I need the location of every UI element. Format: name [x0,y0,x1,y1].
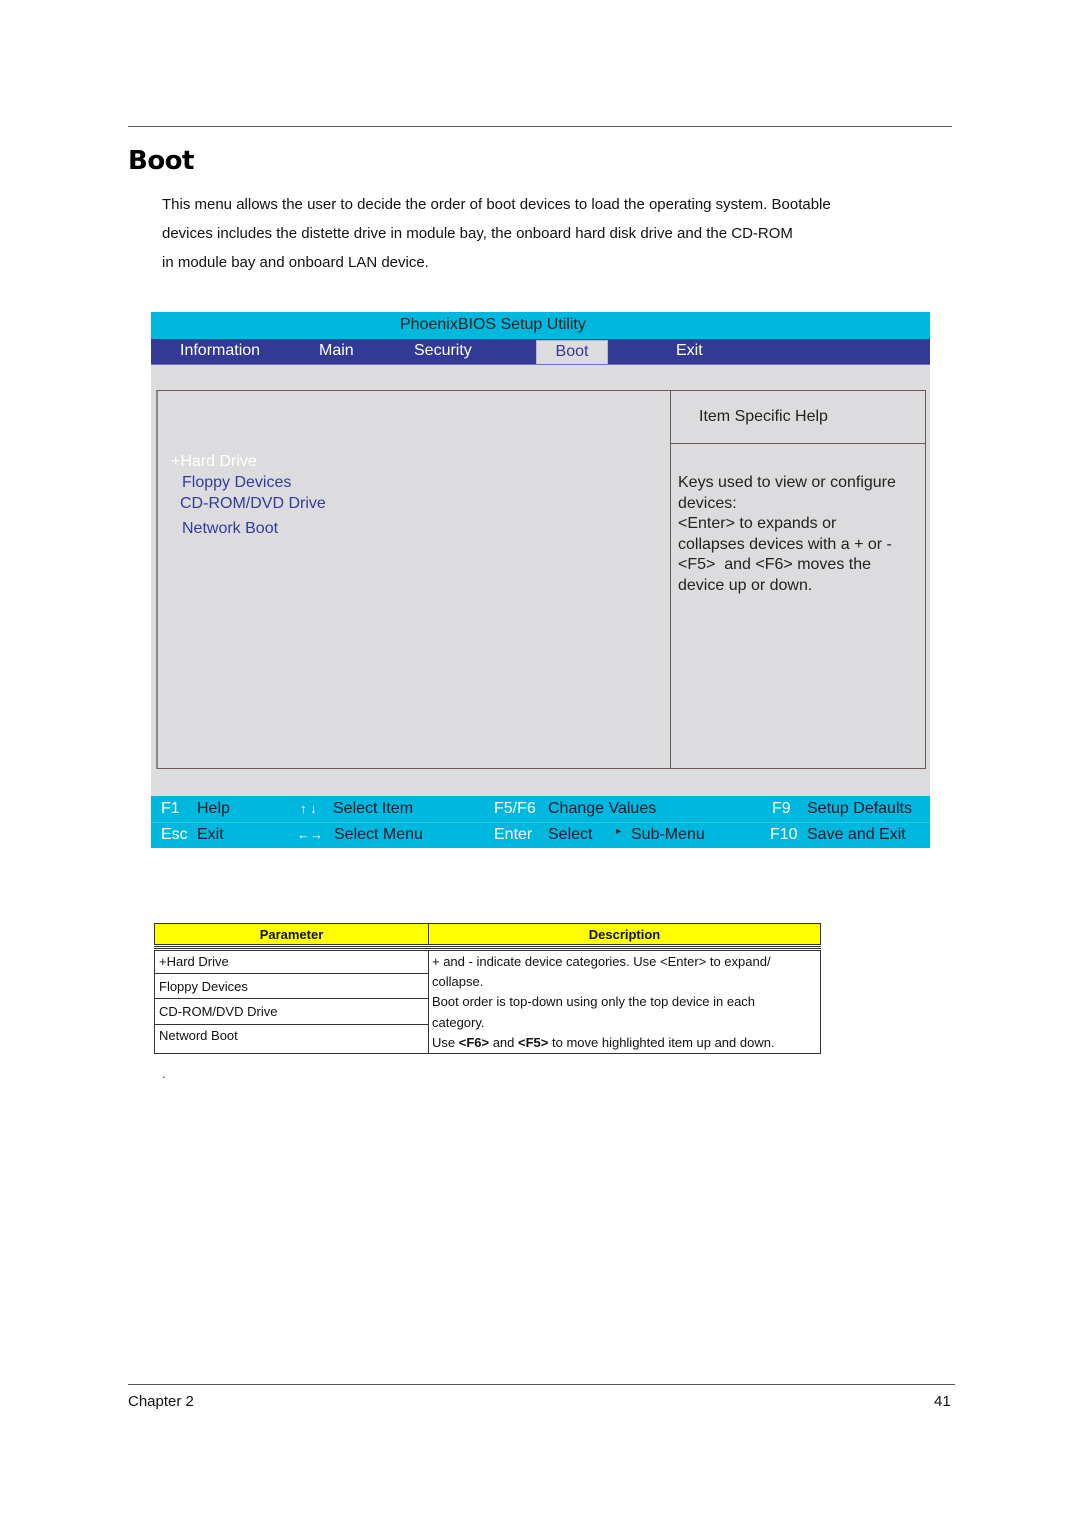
key-lr-desc: Select Menu [334,826,423,843]
bios-menu-bar: Information Main Security Boot Exit [151,339,930,365]
help-line: <Enter> to expands or [678,515,837,533]
desc-prefix: Use [432,1035,459,1050]
stray-period: . [162,1066,166,1081]
submenu-desc: Sub-Menu [631,826,705,843]
help-line: Keys used to view or configure [678,474,896,491]
bios-screenshot: PhoenixBIOS Setup Utility Information Ma… [151,312,930,848]
key-f5-bold: <F5> [518,1035,549,1050]
key-f9: F9 [772,800,791,817]
boot-item-cdrom-dvd-drive[interactable]: CD-ROM/DVD Drive [180,495,326,513]
tab-exit[interactable]: Exit [676,342,703,360]
key-arrows-desc: Select Item [333,800,414,817]
key-esc: Esc [161,826,188,843]
section-title: Boot [128,146,194,176]
help-line: devices: [678,494,737,512]
boot-item-floppy-devices[interactable]: Floppy Devices [182,474,291,492]
boot-item-network-boot[interactable]: Network Boot [182,520,278,538]
key-esc-desc: Exit [197,826,224,843]
intro-line: This menu allows the user to decide the … [162,196,831,213]
intro-line: devices includes the distette drive in m… [162,225,793,242]
help-line: <F5> and <F6> moves the [678,556,872,574]
description-line: Use <F6> and <F5> to move highlighted it… [432,1033,820,1053]
param-cell: Floppy Devices [154,973,429,999]
key-f9-desc: Setup Defaults [807,800,912,817]
bottom-rule [128,1384,955,1385]
footer-page-number: 41 [934,1393,951,1410]
panel-divider [670,391,671,768]
up-down-arrows-icon: ↑ ↓ [300,801,317,816]
key-enter: Enter [494,826,533,843]
param-cell: CD-ROM/DVD Drive [154,998,429,1025]
param-cell: +Hard Drive [154,950,429,974]
boot-item-hard-drive[interactable]: +Hard Drive [171,453,257,471]
tab-main[interactable]: Main [319,342,354,360]
key-legend-row: F1 Help ↑ ↓ Select Item F5/F6 Change Val… [151,796,930,823]
key-f10-desc: Save and Exit [807,826,906,843]
tab-information[interactable]: Information [180,342,260,360]
key-legend-row: Esc Exit ←→ Select Menu Enter Select ▸ S… [151,822,930,848]
key-f5f6: F5/F6 [494,800,536,817]
description-line: category. [432,1015,485,1030]
help-title: Item Specific Help [699,408,828,425]
intro-line: in module bay and onboard LAN device. [162,254,429,271]
header-description: Description [428,923,821,945]
tab-boot[interactable]: Boot [536,340,608,364]
description-line: Boot order is top-down using only the to… [432,994,756,1009]
bios-content-frame: +Hard Drive Floppy Devices CD-ROM/DVD Dr… [156,390,926,769]
description-line: + and - indicate device categories. Use … [432,954,771,969]
help-text: Keys used to view or configure devices: … [678,473,923,597]
top-rule [128,126,952,127]
key-f1-desc: Help [197,800,230,817]
help-line: device up or down. [678,576,813,594]
left-right-arrows-icon: ←→ [297,827,323,842]
key-f5f6-desc: Change Values [548,800,657,817]
key-f6-bold: <F6> [458,1035,490,1050]
tab-security[interactable]: Security [414,342,472,360]
help-line: collapses devices with a + or - [678,535,892,553]
description-text: + and - indicate device categories. Use … [432,952,820,1053]
key-enter-desc: Select [548,826,593,843]
bios-title-bar: PhoenixBIOS Setup Utility [151,312,930,339]
bios-title: PhoenixBIOS Setup Utility [400,316,586,333]
desc-middle: and [489,1035,519,1050]
bios-key-legend: F1 Help ↑ ↓ Select Item F5/F6 Change Val… [151,796,930,848]
param-cell: Netword Boot [154,1024,429,1054]
help-divider [671,443,925,444]
header-double-rule [154,946,821,949]
description-line: collapse. [432,974,484,989]
footer-chapter: Chapter 2 [128,1393,194,1410]
desc-suffix: to move highlighted item up and down. [548,1035,775,1050]
intro-paragraph: This menu allows the user to decide the … [162,190,922,277]
key-f1: F1 [161,800,180,817]
header-parameter: Parameter [154,923,429,945]
key-f10: F10 [770,826,798,843]
submenu-triangle-icon: ▸ [616,826,622,837]
